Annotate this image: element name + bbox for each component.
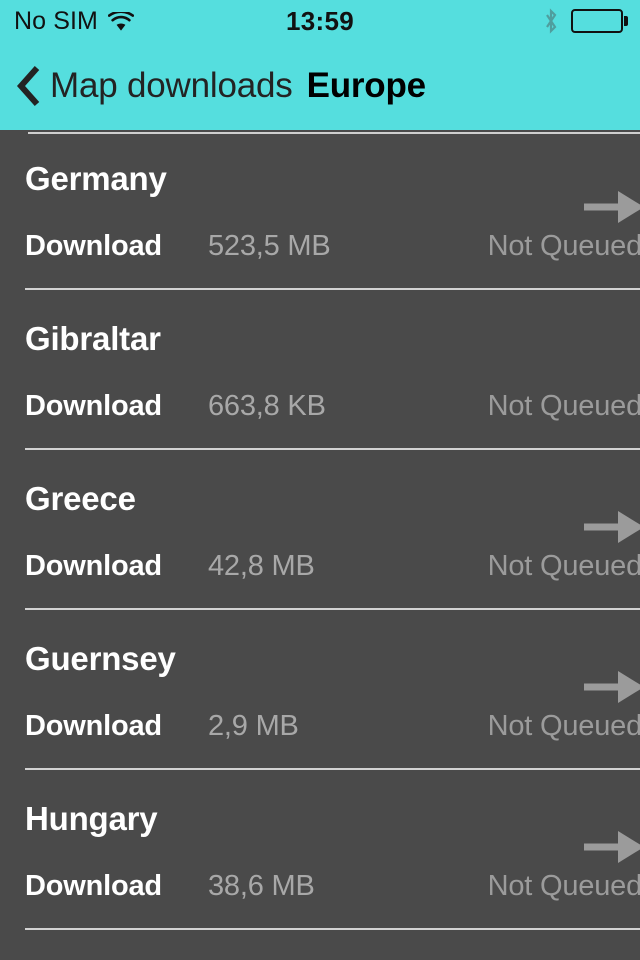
download-action-label[interactable]: Download xyxy=(25,550,162,583)
status-badge: Not Queued xyxy=(487,710,640,742)
bluetooth-icon xyxy=(543,8,559,34)
download-size: 38,6 MB xyxy=(208,870,315,902)
status-badge: Not Queued xyxy=(487,870,640,902)
list-item[interactable]: Gibraltar Download 663,8 KB Not Queued xyxy=(0,290,640,450)
list-item[interactable]: Greece Download 42,8 MB Not Queued xyxy=(0,450,640,610)
status-badge: Not Queued xyxy=(487,550,640,582)
list-item[interactable]: Germany Download 523,5 MB Not Queued xyxy=(0,130,640,290)
status-bar-left: No SIM xyxy=(14,6,135,36)
map-downloads-list[interactable]: Germany Download 523,5 MB Not Queued Gib… xyxy=(0,130,640,960)
arrow-right-icon[interactable] xyxy=(582,665,640,709)
region-name: Guernsey xyxy=(25,640,176,677)
arrow-right-icon[interactable] xyxy=(582,825,640,869)
region-name: Germany xyxy=(25,160,167,197)
download-action-label[interactable]: Download xyxy=(25,390,162,423)
row-separator xyxy=(25,928,640,930)
arrow-right-icon[interactable] xyxy=(582,505,640,549)
region-name: Gibraltar xyxy=(25,320,161,357)
download-size: 42,8 MB xyxy=(208,550,315,582)
list-item[interactable]: Guernsey Download 2,9 MB Not Queued xyxy=(0,610,640,770)
carrier-label: No SIM xyxy=(14,6,98,35)
page-title: Europe xyxy=(306,66,427,105)
download-action-label[interactable]: Download xyxy=(25,710,162,743)
chevron-left-icon[interactable] xyxy=(16,64,42,108)
status-badge: Not Queued xyxy=(487,230,640,262)
region-name: Greece xyxy=(25,480,136,517)
download-size: 663,8 KB xyxy=(208,390,326,422)
status-badge: Not Queued xyxy=(487,390,640,422)
clock-label: 13:59 xyxy=(286,5,354,36)
region-name: Hungary xyxy=(25,800,158,837)
list-item[interactable]: Hungary Download 38,6 MB Not Queued xyxy=(0,770,640,930)
navigation-bar: Map downloads Europe xyxy=(0,42,640,130)
status-bar: No SIM 13:59 xyxy=(0,0,640,42)
status-bar-right xyxy=(543,8,628,34)
wifi-icon xyxy=(107,10,135,32)
back-button-label[interactable]: Map downloads xyxy=(50,66,293,106)
arrow-right-icon[interactable] xyxy=(582,185,640,229)
download-size: 523,5 MB xyxy=(208,230,331,262)
download-size: 2,9 MB xyxy=(208,710,299,742)
download-action-label[interactable]: Download xyxy=(25,230,162,263)
battery-full-icon xyxy=(571,9,628,33)
app-screen: No SIM 13:59 Map downloads Europe German… xyxy=(0,0,640,960)
download-action-label[interactable]: Download xyxy=(25,870,162,903)
